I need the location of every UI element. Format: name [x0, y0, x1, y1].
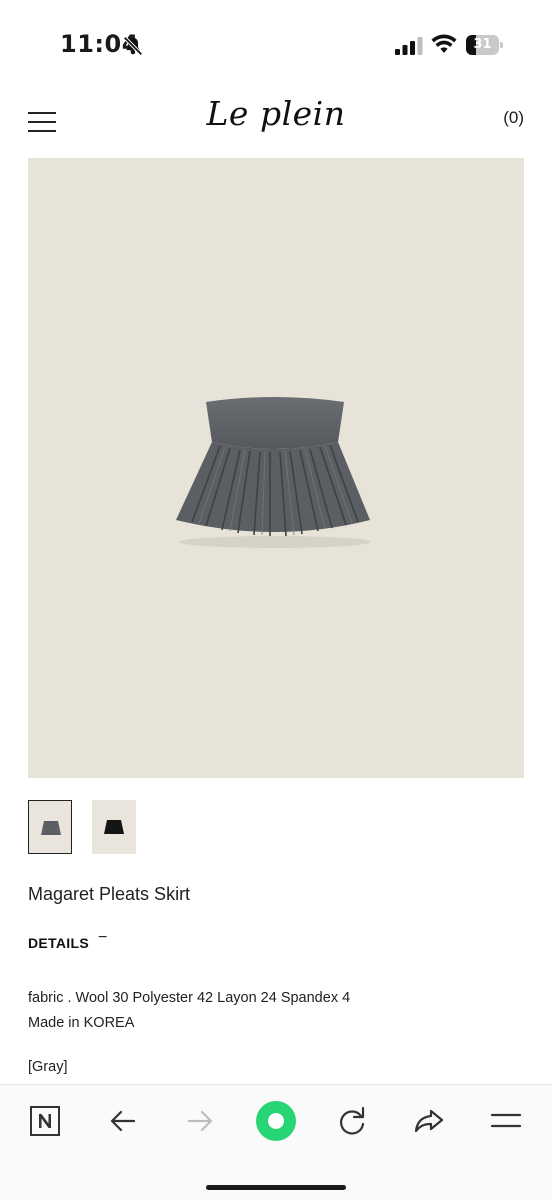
menu-lines-icon[interactable]: [484, 1099, 528, 1143]
bell-slash-icon: [123, 36, 143, 56]
green-dot-icon[interactable]: [254, 1099, 298, 1143]
browser-toolbar: [0, 1084, 552, 1200]
site-logo[interactable]: Le plein: [0, 94, 552, 133]
details-collapse-toggle[interactable]: −: [98, 929, 107, 947]
battery-body: 31: [466, 35, 499, 55]
battery-icon: 31: [466, 35, 504, 55]
skirt-image: [176, 397, 371, 548]
forward-arrow-icon[interactable]: [178, 1099, 222, 1143]
thumbnail-black[interactable]: [92, 800, 136, 854]
cart-button[interactable]: (0): [503, 108, 524, 128]
share-icon[interactable]: [407, 1099, 451, 1143]
thumbnail-black-skirt-image: [104, 820, 124, 834]
battery-tip: [500, 42, 503, 48]
cellular-signal-icon: [395, 37, 423, 55]
color-label: [Gray]: [28, 1059, 68, 1075]
thumbnail-gray-skirt-image: [41, 821, 61, 835]
reload-icon[interactable]: [330, 1099, 374, 1143]
site-header: Le plein (0): [0, 90, 552, 152]
battery-level: 31: [473, 37, 492, 52]
fabric-composition: fabric . Wool 30 Polyester 42 Layon 24 S…: [28, 990, 351, 1006]
country-of-origin: Made in KOREA: [28, 1015, 135, 1031]
product-name: Magaret Pleats Skirt: [28, 884, 191, 904]
details-section-header[interactable]: DETAILS −: [28, 929, 107, 955]
wifi-icon: [431, 34, 457, 53]
thumbnail-gray[interactable]: [28, 800, 72, 854]
product-main-image[interactable]: [28, 158, 524, 778]
back-arrow-icon[interactable]: [101, 1099, 145, 1143]
home-indicator: [206, 1185, 346, 1190]
status-bar: 11:04 31: [0, 0, 552, 90]
details-label: DETAILS: [28, 935, 89, 951]
product-description: fabric . Wool 30 Polyester 42 Layon 24 S…: [28, 986, 350, 1036]
naver-n-icon[interactable]: [23, 1099, 67, 1143]
